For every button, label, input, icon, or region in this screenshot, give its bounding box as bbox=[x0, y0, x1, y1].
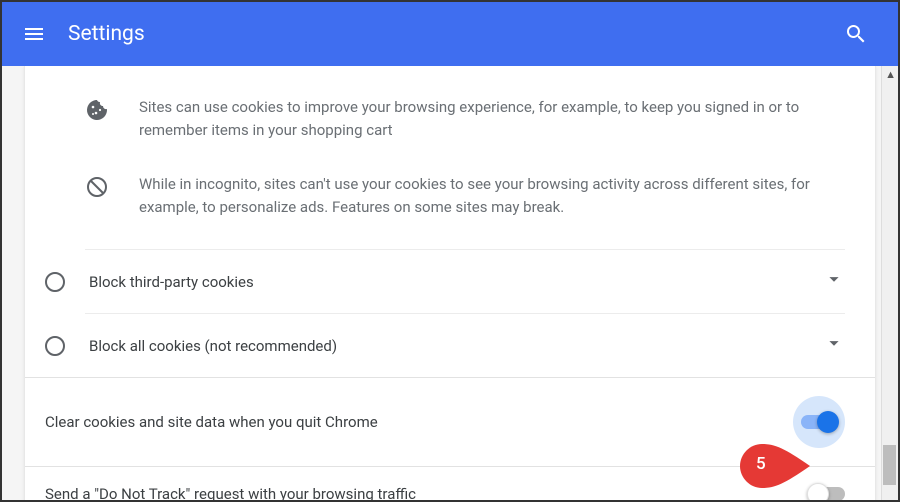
info-text-incognito: While in incognito, sites can't use your… bbox=[139, 173, 835, 220]
radio-label: Block third-party cookies bbox=[89, 273, 823, 291]
window-frame: Settings Sites can use cookies to improv… bbox=[0, 0, 900, 502]
radio-block-third-party[interactable]: Block third-party cookies bbox=[25, 250, 875, 313]
scrollbar-thumb[interactable] bbox=[883, 445, 896, 485]
scrollbar[interactable]: ▲ bbox=[881, 66, 898, 500]
info-block-incognito: While in incognito, sites can't use your… bbox=[25, 163, 875, 230]
radio-icon bbox=[45, 336, 65, 356]
search-button[interactable] bbox=[844, 22, 868, 46]
radio-label: Block all cookies (not recommended) bbox=[89, 337, 823, 355]
toggle-clear-on-quit[interactable] bbox=[793, 396, 845, 448]
toggle-label: Clear cookies and site data when you qui… bbox=[45, 413, 783, 431]
page-title: Settings bbox=[68, 22, 145, 46]
settings-card: Sites can use cookies to improve your br… bbox=[24, 66, 876, 500]
radio-block-all[interactable]: Block all cookies (not recommended) bbox=[25, 314, 875, 377]
toggle-do-not-track[interactable] bbox=[809, 487, 845, 500]
search-icon bbox=[844, 22, 868, 46]
cookie-icon bbox=[85, 98, 109, 122]
content-area: Sites can use cookies to improve your br… bbox=[2, 66, 898, 500]
toggle-on-icon bbox=[801, 415, 837, 429]
toggle-row-clear-on-quit: Clear cookies and site data when you qui… bbox=[25, 378, 875, 466]
chevron-down-icon bbox=[823, 332, 845, 359]
radio-icon bbox=[45, 272, 65, 292]
toggle-label: Send a "Do Not Track" request with your … bbox=[45, 485, 809, 500]
info-text-cookies: Sites can use cookies to improve your br… bbox=[139, 96, 835, 143]
hamburger-icon bbox=[22, 22, 46, 46]
toggle-row-do-not-track: Send a "Do Not Track" request with your … bbox=[25, 467, 875, 500]
menu-button[interactable] bbox=[22, 22, 46, 46]
header-bar: Settings bbox=[2, 2, 898, 66]
scroll-up-icon: ▲ bbox=[885, 68, 896, 81]
block-icon bbox=[85, 175, 109, 199]
info-block-cookies: Sites can use cookies to improve your br… bbox=[25, 86, 875, 153]
chevron-down-icon bbox=[823, 268, 845, 295]
